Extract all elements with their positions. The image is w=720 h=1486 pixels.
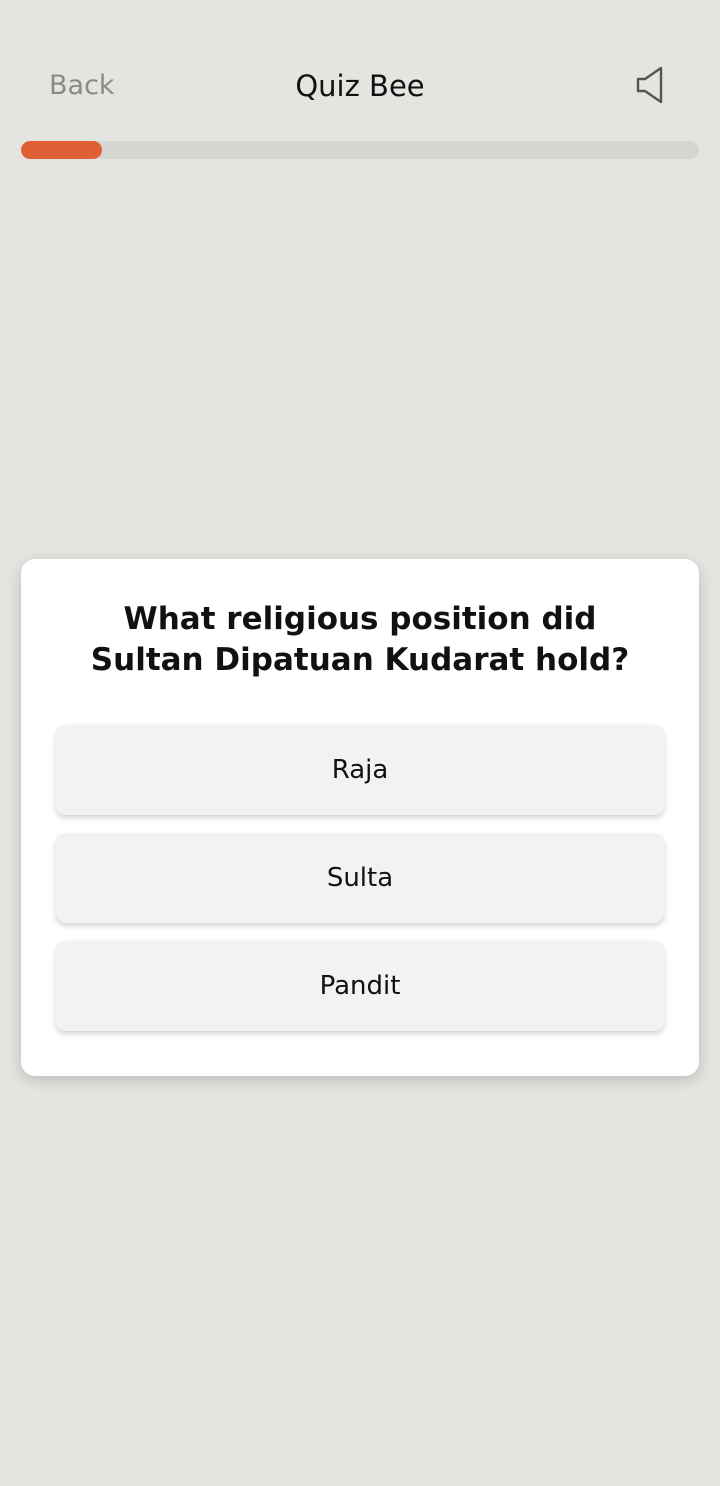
answer-option-2[interactable]: Sulta xyxy=(56,833,664,923)
progress-bar-fill xyxy=(21,141,103,159)
progress-bar xyxy=(21,141,699,159)
back-button[interactable]: Back xyxy=(49,68,115,104)
answer-option-1[interactable]: Raja xyxy=(56,725,664,815)
answer-option-label: Pandit xyxy=(319,971,401,1001)
top-bar: Back Quiz Bee xyxy=(0,0,720,140)
sound-toggle-button[interactable] xyxy=(632,64,672,106)
question-text: What religious position did Sultan Dipat… xyxy=(90,601,630,678)
answer-option-3[interactable]: Pandit xyxy=(56,941,664,1031)
question-card: What religious position did Sultan Dipat… xyxy=(21,559,699,1076)
answer-option-label: Raja xyxy=(331,755,389,785)
speaker-icon xyxy=(636,66,663,104)
answer-option-label: Sulta xyxy=(326,863,394,893)
